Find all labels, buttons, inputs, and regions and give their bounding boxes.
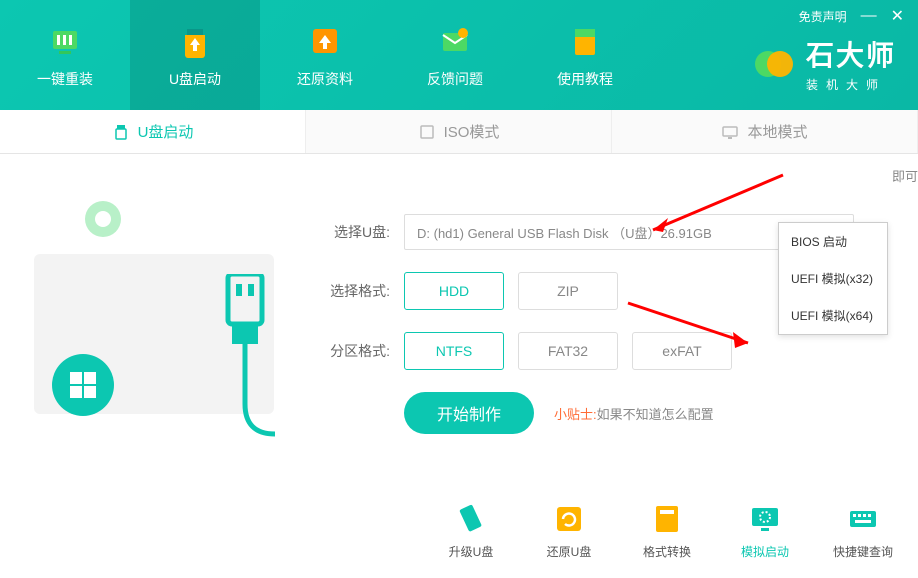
action-row: 开始制作 小贴士:如果不知道怎么配置 即可 [320,392,878,434]
subtab-label: ISO模式 [444,121,500,142]
feedback-icon [435,21,475,61]
partition-option-exfat[interactable]: exFAT [632,332,732,370]
format-option-hdd[interactable]: HDD [404,272,504,310]
windows-badge-icon [52,354,114,416]
action-simulate-boot[interactable]: 模拟启动 [730,501,800,560]
form-panel: 选择U盘: D: (hd1) General USB Flash Disk （U… [300,154,918,578]
tab-label: 一键重装 [37,69,93,89]
main-area: 选择U盘: D: (hd1) General USB Flash Disk （U… [0,154,918,578]
local-icon [721,123,739,141]
logo-icon [752,42,796,86]
header-bar: 一键重装 U盘启动 还原资料 反馈问题 使用教程 [0,0,918,110]
tab-label: 使用教程 [557,69,613,89]
tip-body: 如果不知道怎么配置 [597,407,714,422]
subtab-usb[interactable]: U盘启动 [0,110,306,153]
action-label: 还原U盘 [547,543,592,560]
header-tabs: 一键重装 U盘启动 还原资料 反馈问题 使用教程 [0,0,650,110]
logo-title: 石大师 [806,34,896,74]
usb-boot-icon [175,21,215,61]
action-label: 升级U盘 [449,543,494,560]
tutorial-icon [565,21,605,61]
reinstall-icon [45,21,85,61]
tab-feedback[interactable]: 反馈问题 [390,0,520,110]
action-restore-usb[interactable]: 还原U盘 [534,501,604,560]
partition-option-fat32[interactable]: FAT32 [518,332,618,370]
minimize-button[interactable]: — [861,7,877,25]
action-hotkey-query[interactable]: 快捷键查询 [828,501,898,560]
usb-icon [112,123,130,141]
menu-item-bios[interactable]: BIOS 启动 [779,223,887,260]
tab-label: U盘启动 [169,69,221,89]
iso-icon [418,123,436,141]
tip-label: 小贴士: [554,407,597,422]
gear-deco-icon [78,194,128,244]
action-upgrade-usb[interactable]: 升级U盘 [436,501,506,560]
simulate-boot-icon [747,501,783,537]
tip-suffix: 即可 [892,166,918,185]
menu-item-uefi-x32[interactable]: UEFI 模拟(x32) [779,260,887,297]
logo-area: 石大师 装机大师 [752,34,904,93]
usb-cable-icon [210,274,280,484]
upgrade-usb-icon [453,501,489,537]
start-button[interactable]: 开始制作 [404,392,534,434]
format-convert-icon [649,501,685,537]
disclaimer-link[interactable]: 免责声明 [799,8,847,25]
partition-options: NTFS FAT32 exFAT [404,332,732,370]
tab-label: 反馈问题 [427,69,483,89]
tab-label: 还原资料 [297,69,353,89]
subtab-label: U盘启动 [138,121,194,142]
header-right: 免责声明 — ✕ 石大师 装机大师 [752,0,918,110]
bottom-actions: 升级U盘 还原U盘 格式转换 模拟启动 快捷键查询 [436,501,898,560]
subtab-iso[interactable]: ISO模式 [306,110,612,153]
action-label: 模拟启动 [741,543,789,560]
tab-tutorial[interactable]: 使用教程 [520,0,650,110]
logo-subtitle: 装机大师 [806,76,896,93]
window-controls: 免责声明 — ✕ [799,6,904,26]
subtab-label: 本地模式 [747,121,807,142]
illustration-panel [0,154,300,578]
disk-value: D: (hd1) General USB Flash Disk （U盘）26.9… [417,223,712,242]
tip-text: 小贴士:如果不知道怎么配置 [554,404,714,423]
restore-icon [305,21,345,61]
restore-usb-icon [551,501,587,537]
tab-reinstall[interactable]: 一键重装 [0,0,130,110]
action-format-convert[interactable]: 格式转换 [632,501,702,560]
disk-label: 选择U盘: [320,222,390,242]
partition-label: 分区格式: [320,341,390,361]
menu-item-uefi-x64[interactable]: UEFI 模拟(x64) [779,297,887,334]
format-options: HDD ZIP [404,272,618,310]
subtab-local[interactable]: 本地模式 [612,110,918,153]
simulate-boot-menu: BIOS 启动 UEFI 模拟(x32) UEFI 模拟(x64) [778,222,888,335]
format-label: 选择格式: [320,281,390,301]
partition-row: 分区格式: NTFS FAT32 exFAT [320,332,878,370]
partition-option-ntfs[interactable]: NTFS [404,332,504,370]
tab-usb-boot[interactable]: U盘启动 [130,0,260,110]
sub-tabs: U盘启动 ISO模式 本地模式 [0,110,918,154]
tab-restore[interactable]: 还原资料 [260,0,390,110]
close-button[interactable]: ✕ [891,6,904,26]
action-label: 快捷键查询 [833,543,893,560]
hotkey-icon [845,501,881,537]
format-option-zip[interactable]: ZIP [518,272,618,310]
action-label: 格式转换 [643,543,691,560]
